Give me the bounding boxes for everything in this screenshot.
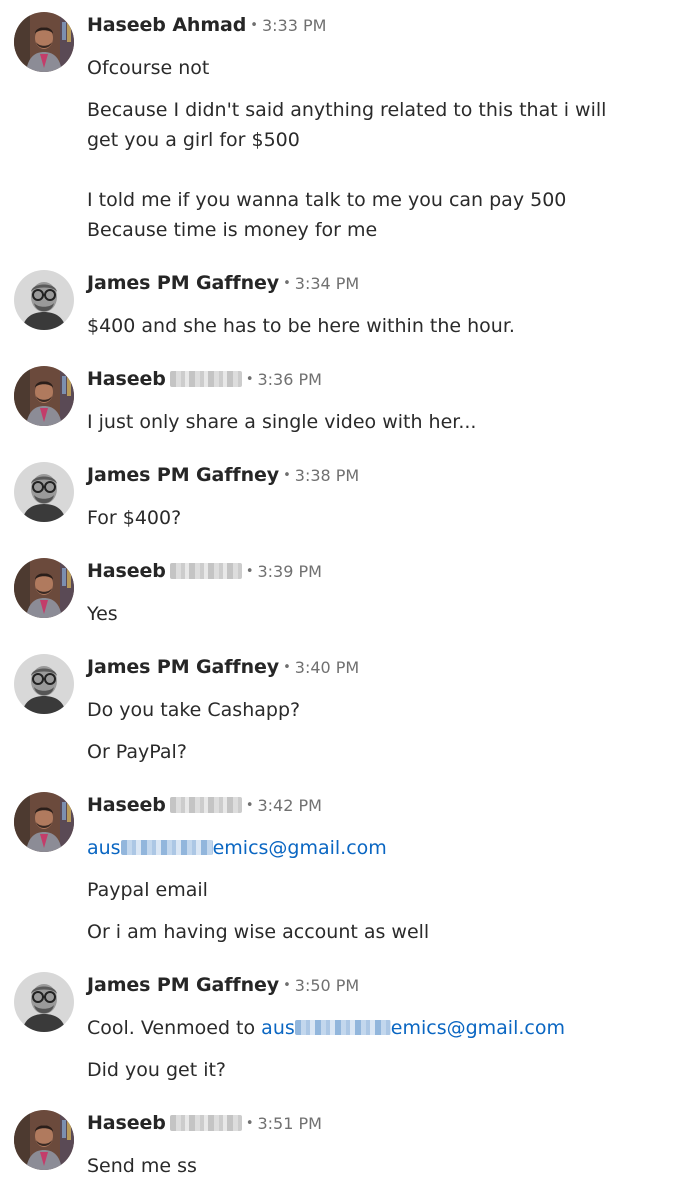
separator-dot: •	[283, 978, 291, 993]
message-text: Do you take Cashapp?	[87, 699, 301, 721]
sender-name[interactable]: James PM Gaffney	[87, 464, 279, 486]
message-header: James PM Gaffney • 3:40 PM	[87, 654, 359, 680]
message-text: Cool. Venmoed to	[87, 1017, 262, 1039]
message-timestamp: 3:40 PM	[294, 658, 360, 677]
message-text: Because time is money for me	[87, 219, 378, 241]
message-timestamp: 3:34 PM	[294, 274, 360, 293]
avatar[interactable]	[14, 972, 74, 1032]
message-timestamp: 3:36 PM	[257, 370, 322, 389]
separator-dot: •	[283, 276, 291, 291]
redacted-surname	[169, 797, 242, 813]
message-header: Haseeb • 3:42 PM	[87, 792, 322, 818]
avatar-photo-icon	[14, 972, 74, 1032]
message-thread: Haseeb Ahmad • 3:33 PM Ofcourse not Becaus…	[0, 0, 684, 1192]
message-header: James PM Gaffney • 3:38 PM	[87, 462, 359, 488]
avatar-photo-icon	[14, 792, 74, 852]
avatar-photo-icon	[14, 366, 74, 426]
email-link-suffix[interactable]: emics@gmail.com	[391, 1017, 565, 1039]
avatar[interactable]	[14, 654, 74, 714]
message-text: Or i am having wise account as well	[87, 921, 430, 943]
message-text: Ofcourse not	[87, 57, 210, 79]
avatar[interactable]	[14, 12, 74, 72]
message-timestamp: 3:51 PM	[257, 1114, 322, 1133]
email-link-prefix[interactable]: aus	[261, 1017, 295, 1039]
message-header: Haseeb Ahmad • 3:33 PM	[87, 12, 326, 38]
sender-name[interactable]: Haseeb	[87, 794, 166, 816]
avatar-photo-icon	[14, 558, 74, 618]
message-text: Did you get it?	[87, 1059, 227, 1081]
message-header: Haseeb • 3:51 PM	[87, 1110, 322, 1136]
sender-name[interactable]: James PM Gaffney	[87, 272, 279, 294]
message-text: $400 and she has to be here within the h…	[87, 315, 515, 337]
message-timestamp: 3:42 PM	[257, 796, 322, 815]
avatar[interactable]	[14, 792, 74, 852]
avatar[interactable]	[14, 270, 74, 330]
sender-name[interactable]: Haseeb	[87, 368, 166, 390]
avatar-photo-icon	[14, 270, 74, 330]
separator-dot: •	[245, 564, 254, 579]
message-text: Yes	[87, 603, 118, 625]
email-link-suffix[interactable]: emics@gmail.com	[213, 837, 387, 859]
redacted-surname	[169, 371, 242, 387]
email-link[interactable]: aus emics@gmail.com	[87, 833, 387, 863]
avatar-photo-icon	[14, 462, 74, 522]
sender-name[interactable]: James PM Gaffney	[87, 656, 279, 678]
message-timestamp: 3:38 PM	[294, 466, 360, 485]
sender-name[interactable]: Haseeb	[87, 1112, 166, 1134]
message-text: I told me if you wanna talk to me you ca…	[87, 189, 567, 211]
message-text: Because I didn't said anything related t…	[87, 99, 607, 121]
message-text: get you a girl for $500	[87, 129, 300, 151]
avatar[interactable]	[14, 1110, 74, 1170]
message-timestamp: 3:50 PM	[294, 976, 360, 995]
avatar[interactable]	[14, 366, 74, 426]
message-timestamp: 3:39 PM	[257, 562, 322, 581]
separator-dot: •	[245, 1116, 254, 1131]
redacted-surname	[169, 563, 242, 579]
avatar[interactable]	[14, 558, 74, 618]
email-link-prefix[interactable]: aus	[87, 837, 121, 859]
redacted-email-segment	[120, 840, 213, 855]
message-text: Send me ss	[87, 1155, 197, 1177]
avatar-photo-icon	[14, 12, 74, 72]
separator-dot: •	[283, 468, 291, 483]
message-text: I just only share a single video with he…	[87, 411, 477, 433]
avatar-photo-icon	[14, 654, 74, 714]
message-header: Haseeb • 3:39 PM	[87, 558, 322, 584]
message-header: James PM Gaffney • 3:50 PM	[87, 972, 359, 998]
message-text: Or PayPal?	[87, 741, 187, 763]
sender-name[interactable]: Haseeb	[87, 560, 166, 582]
redacted-email-segment	[294, 1020, 391, 1035]
message-header: James PM Gaffney • 3:34 PM	[87, 270, 359, 296]
redacted-surname	[169, 1115, 242, 1131]
message-timestamp: 3:33 PM	[261, 16, 327, 35]
message-text: For $400?	[87, 507, 182, 529]
separator-dot: •	[245, 798, 254, 813]
separator-dot: •	[250, 18, 258, 33]
avatar[interactable]	[14, 462, 74, 522]
separator-dot: •	[245, 372, 254, 387]
message-text: Paypal email	[87, 879, 208, 901]
sender-name[interactable]: Haseeb Ahmad	[87, 14, 246, 36]
message-header: Haseeb • 3:36 PM	[87, 366, 322, 392]
message-text-with-link: Cool. Venmoed to aus emics@gmail.com	[87, 1013, 565, 1043]
sender-name[interactable]: James PM Gaffney	[87, 974, 279, 996]
separator-dot: •	[283, 660, 291, 675]
avatar-photo-icon	[14, 1110, 74, 1170]
